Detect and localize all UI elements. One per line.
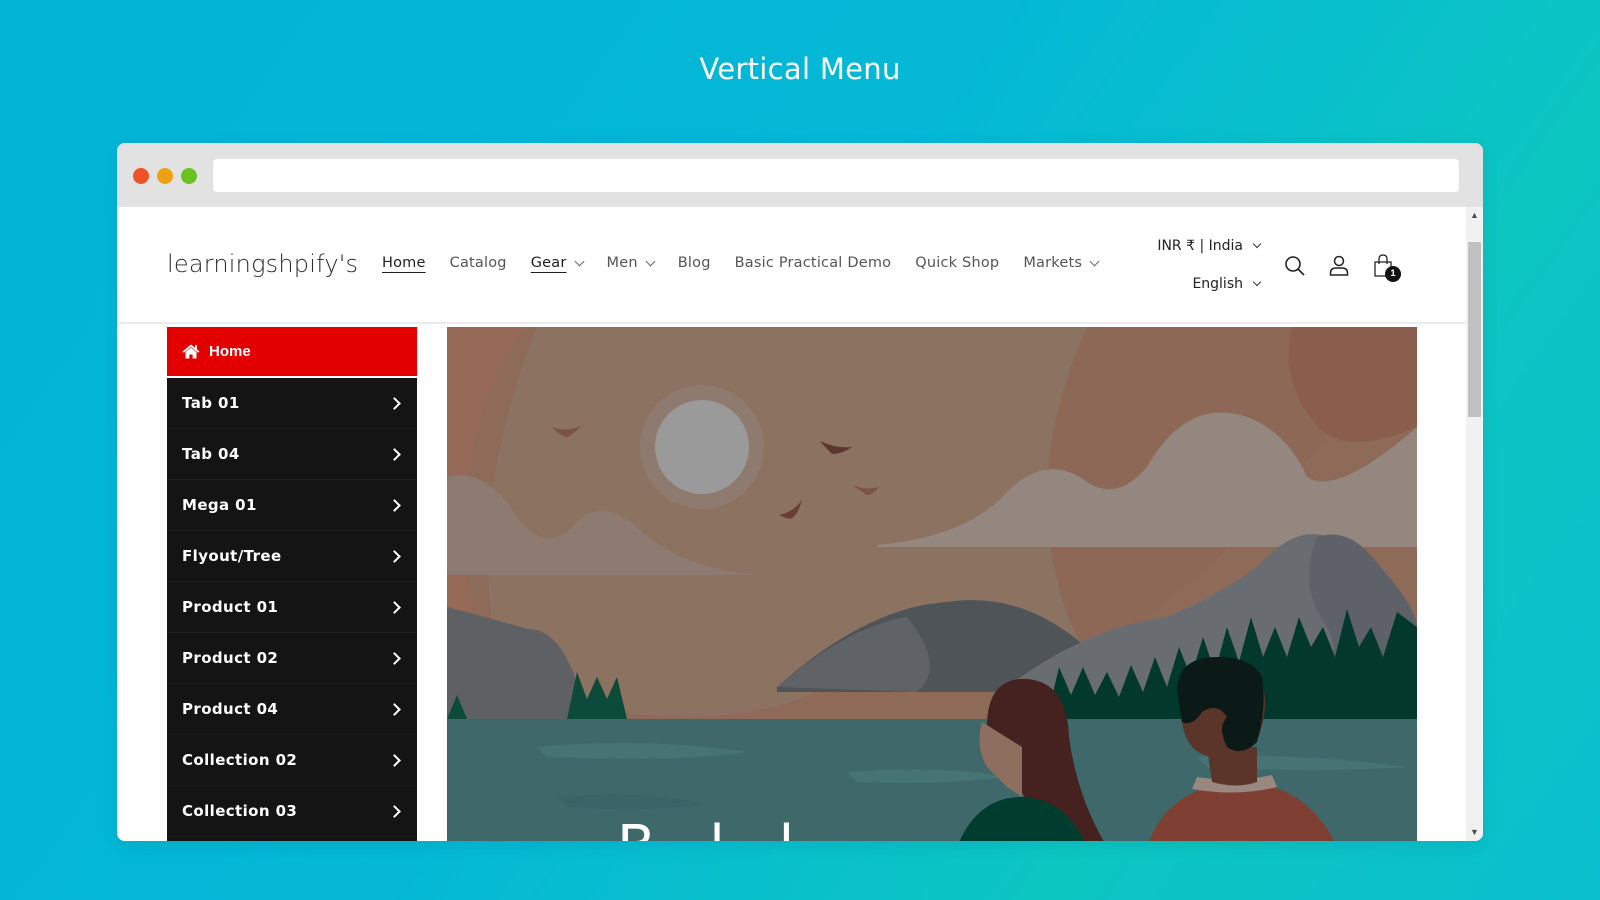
menu-item-label: Flyout/Tree — [182, 547, 282, 565]
store-logo[interactable]: learningshpify's — [167, 250, 358, 278]
close-window-button[interactable] — [133, 168, 149, 184]
nav-quick-shop-label: Quick Shop — [915, 255, 1000, 271]
chevron-right-icon — [388, 753, 401, 767]
page-scrollbar[interactable]: ▲ ▼ — [1466, 207, 1483, 841]
language-selector[interactable]: English — [1157, 273, 1262, 295]
chevron-down-icon — [1252, 277, 1262, 287]
menu-item-label: Mega 01 — [182, 496, 257, 514]
chevron-right-icon — [388, 600, 401, 614]
nav-catalog-label: Catalog — [449, 255, 507, 271]
vertical-menu-item-product-01[interactable]: Product 01 — [167, 582, 417, 633]
vertical-menu-item-collection-02[interactable]: Collection 02 — [167, 735, 417, 786]
chevron-down-icon — [574, 256, 584, 266]
browser-chrome — [117, 143, 1483, 207]
vertical-menu-item-collection-03[interactable]: Collection 03 — [167, 786, 417, 837]
menu-item-label: Collection 02 — [182, 751, 298, 769]
page-title: Vertical Menu — [699, 52, 901, 86]
moon — [655, 400, 749, 494]
nav-men-label: Men — [606, 255, 638, 271]
store-header: learningshpify's Home Catalog Gear Men B… — [117, 207, 1466, 324]
hero-banner[interactable]: B l l — [447, 327, 1417, 841]
language-label: English — [1192, 276, 1243, 292]
chevron-right-icon — [388, 651, 401, 665]
menu-item-label: Product 04 — [182, 700, 279, 718]
vertical-menu-item-more[interactable] — [167, 837, 417, 841]
minimize-window-button[interactable] — [157, 168, 173, 184]
hero-heading: B l l — [617, 814, 812, 841]
nav-home[interactable]: Home — [382, 255, 426, 271]
menu-item-label: Tab 04 — [182, 445, 240, 463]
maximize-window-button[interactable] — [181, 168, 197, 184]
scroll-down-arrow-icon[interactable]: ▼ — [1466, 824, 1483, 841]
chevron-right-icon — [388, 804, 401, 818]
nav-home-label: Home — [382, 255, 426, 271]
nav-blog-label: Blog — [677, 255, 711, 271]
scrollbar-thumb[interactable] — [1468, 242, 1481, 417]
nav-basic-practical-demo-label: Basic Practical Demo — [734, 255, 892, 271]
nav-blog[interactable]: Blog — [678, 255, 711, 271]
account-button[interactable] — [1326, 253, 1352, 279]
nav-catalog[interactable]: Catalog — [450, 255, 507, 271]
cart-count-badge: 1 — [1385, 266, 1401, 282]
vertical-menu-item-mega-01[interactable]: Mega 01 — [167, 480, 417, 531]
vertical-menu-item-product-04[interactable]: Product 04 — [167, 684, 417, 735]
account-icon — [1329, 255, 1349, 276]
menu-item-label: Product 01 — [182, 598, 279, 616]
vertical-menu-item-flyout-tree[interactable]: Flyout/Tree — [167, 531, 417, 582]
search-icon — [1285, 256, 1305, 276]
browser-window: learningshpify's Home Catalog Gear Men B… — [117, 143, 1483, 841]
scroll-up-arrow-icon[interactable]: ▲ — [1466, 207, 1483, 224]
vertical-menu-item-product-02[interactable]: Product 02 — [167, 633, 417, 684]
vertical-menu-item-tab-01[interactable]: Tab 01 — [167, 378, 417, 429]
vertical-menu: Home Tab 01 Tab 04 Mega 01 Flyout/Tree P… — [167, 327, 417, 841]
vertical-menu-home[interactable]: Home — [167, 327, 417, 378]
nav-gear[interactable]: Gear — [530, 255, 584, 271]
chevron-right-icon — [388, 549, 401, 563]
nav-basic-practical-demo[interactable]: Basic Practical Demo — [735, 255, 892, 271]
chevron-right-icon — [388, 498, 401, 512]
nav-men[interactable]: Men — [606, 255, 656, 271]
vertical-menu-item-tab-04[interactable]: Tab 04 — [167, 429, 417, 480]
search-button[interactable] — [1282, 253, 1308, 279]
hero-illustration — [447, 327, 1417, 841]
menu-item-label: Product 02 — [182, 649, 279, 667]
nav-gear-label: Gear — [530, 255, 567, 271]
home-icon — [182, 344, 200, 359]
nav-markets-label: Markets — [1023, 255, 1083, 271]
currency-label: INR ₹ | India — [1157, 238, 1243, 254]
page-viewport: learningshpify's Home Catalog Gear Men B… — [117, 207, 1483, 841]
menu-item-label: Collection 03 — [182, 802, 298, 820]
menu-item-label: Tab 01 — [182, 394, 240, 412]
address-bar[interactable] — [213, 159, 1459, 192]
chevron-down-icon — [1089, 256, 1100, 266]
nav-markets[interactable]: Markets — [1023, 255, 1100, 271]
chevron-down-icon — [1252, 239, 1262, 249]
chevron-right-icon — [388, 447, 401, 461]
currency-selector[interactable]: INR ₹ | India — [1157, 235, 1262, 257]
cart-button[interactable]: 1 — [1370, 253, 1401, 282]
chevron-right-icon — [388, 396, 401, 410]
vertical-menu-home-label: Home — [209, 343, 251, 360]
locale-selectors: INR ₹ | India English — [1157, 235, 1262, 311]
nav-quick-shop[interactable]: Quick Shop — [915, 255, 999, 271]
chevron-right-icon — [388, 702, 401, 716]
chevron-down-icon — [645, 256, 656, 266]
main-nav: Home Catalog Gear Men Blog Basic Practic… — [382, 255, 1122, 271]
header-icons: 1 — [1264, 253, 1401, 282]
